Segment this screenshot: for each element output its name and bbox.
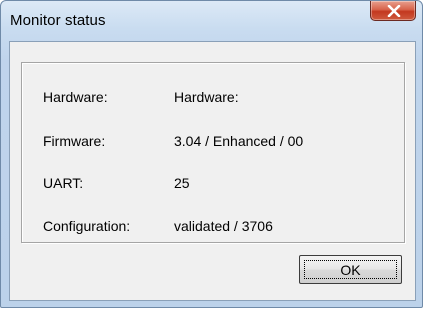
hardware-label: Hardware:	[43, 89, 108, 105]
uart-label: UART:	[43, 175, 84, 191]
status-group: Hardware: Hardware: Firmware: 3.04 / Enh…	[21, 62, 405, 243]
title-bar[interactable]: Monitor status	[1, 1, 422, 41]
configuration-label: Configuration:	[43, 218, 131, 234]
firmware-value: 3.04 / Enhanced / 00	[174, 133, 304, 149]
firmware-label: Firmware:	[43, 133, 106, 149]
window-title: Monitor status	[10, 12, 106, 29]
configuration-value: validated / 3706	[174, 218, 273, 234]
ok-button[interactable]: OK	[299, 255, 402, 284]
uart-value: 25	[174, 175, 190, 191]
dialog-content: Hardware: Hardware: Firmware: 3.04 / Enh…	[9, 41, 416, 301]
ok-button-label: OK	[340, 262, 361, 278]
dialog-window: Monitor status Hardware: Hardware: Firmw…	[0, 0, 423, 308]
hardware-value: Hardware:	[174, 89, 239, 105]
close-icon	[387, 5, 401, 17]
close-button[interactable]	[370, 1, 416, 21]
